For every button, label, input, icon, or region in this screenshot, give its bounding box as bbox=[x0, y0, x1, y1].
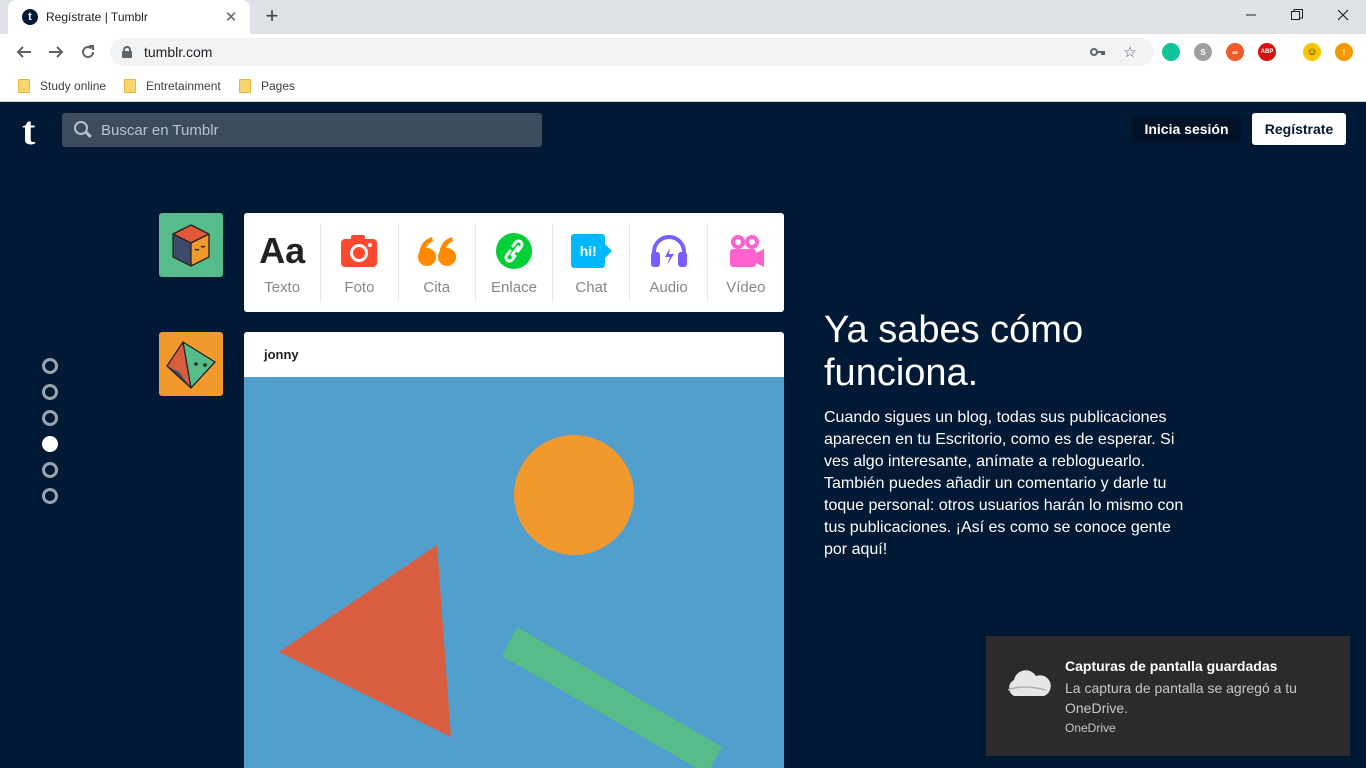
pager-dot[interactable] bbox=[42, 410, 58, 426]
intro-headline: Ya sabes cómo funciona. bbox=[824, 309, 1084, 394]
avatar-cube bbox=[159, 213, 223, 277]
tab-strip: t Regístrate | Tumblr ✕ + bbox=[0, 0, 1366, 34]
post-type-label: Vídeo bbox=[726, 279, 766, 296]
address-bar[interactable]: tumblr.com ☆ bbox=[110, 38, 1154, 66]
post-type-chat[interactable]: hi! Chat bbox=[553, 223, 631, 302]
post-type-audio[interactable]: Audio bbox=[630, 223, 708, 302]
adblock-plus-icon[interactable]: ABP bbox=[1258, 43, 1276, 61]
key-icon[interactable] bbox=[1088, 42, 1108, 62]
post-type-label: Texto bbox=[264, 279, 301, 296]
login-button[interactable]: Inicia sesión bbox=[1132, 115, 1241, 143]
pager-dot[interactable] bbox=[42, 488, 58, 504]
url-text[interactable]: tumblr.com bbox=[144, 44, 212, 60]
smiley-extension-icon[interactable]: ☺ bbox=[1303, 43, 1321, 61]
infinity-extension-icon[interactable]: ∞ bbox=[1226, 43, 1244, 61]
reload-icon[interactable] bbox=[76, 40, 100, 64]
s-extension-icon[interactable]: S bbox=[1194, 43, 1212, 61]
tumblr-logo[interactable]: t bbox=[22, 111, 35, 151]
pager-dot[interactable] bbox=[42, 358, 58, 374]
post-type-text[interactable]: Aa Texto bbox=[244, 223, 322, 302]
new-tab-button[interactable]: + bbox=[260, 5, 284, 29]
green-bar bbox=[502, 627, 722, 768]
avatar-gem bbox=[159, 332, 223, 396]
post-type-link[interactable]: Enlace bbox=[476, 223, 554, 302]
close-window-icon[interactable] bbox=[1320, 0, 1366, 30]
lock-icon[interactable] bbox=[122, 46, 132, 58]
notification-body: La captura de pantalla se agregó a tu On… bbox=[1065, 680, 1297, 716]
tab-close-icon[interactable]: ✕ bbox=[222, 8, 240, 26]
camera-icon bbox=[339, 229, 379, 273]
search-input[interactable]: Buscar en Tumblr bbox=[62, 113, 542, 147]
notification-title: Capturas de pantalla guardadas bbox=[1065, 658, 1278, 674]
post-type-label: Audio bbox=[649, 279, 688, 296]
folder-icon bbox=[124, 79, 136, 93]
search-placeholder: Buscar en Tumblr bbox=[101, 121, 219, 139]
chat-icon: hi! bbox=[571, 229, 613, 273]
headphones-icon bbox=[649, 229, 689, 273]
post-type-label: Chat bbox=[575, 279, 608, 296]
browser-tab[interactable]: t Regístrate | Tumblr ✕ bbox=[8, 0, 250, 34]
bookmarks-bar: Study online Entretainment Pages bbox=[0, 70, 1366, 102]
orange-circle bbox=[514, 435, 634, 555]
link-icon bbox=[494, 229, 534, 273]
update-alert-icon[interactable]: ! bbox=[1335, 43, 1353, 61]
tumblr-favicon-icon: t bbox=[22, 9, 38, 25]
search-icon bbox=[74, 121, 92, 139]
post-type-quote[interactable]: Cita bbox=[399, 223, 476, 302]
pager-dot-active[interactable] bbox=[42, 436, 58, 452]
bookmark-label: Pages bbox=[261, 79, 296, 93]
bookmark-star-icon[interactable]: ☆ bbox=[1120, 42, 1140, 62]
post-type-selector: Aa Texto Foto Cita Enlace hi! Chat Audio… bbox=[244, 213, 784, 312]
bookmark-label: Entretainment bbox=[146, 79, 221, 93]
intro-body: Cuando sigues un blog, todas sus publica… bbox=[824, 409, 1184, 558]
sample-post: jonny bbox=[244, 332, 784, 768]
post-type-video[interactable]: Vídeo bbox=[708, 223, 784, 302]
grammarly-icon[interactable] bbox=[1162, 43, 1180, 61]
folder-icon bbox=[18, 79, 30, 93]
pager-dot[interactable] bbox=[42, 462, 58, 478]
notification-source: OneDrive bbox=[1065, 721, 1116, 735]
forward-icon[interactable] bbox=[44, 40, 68, 64]
post-type-label: Cita bbox=[423, 279, 451, 296]
cloud-icon bbox=[1007, 670, 1051, 696]
restore-icon[interactable] bbox=[1274, 0, 1320, 30]
post-illustration bbox=[244, 377, 784, 768]
signup-button[interactable]: Regístrate bbox=[1252, 113, 1346, 145]
post-type-photo[interactable]: Foto bbox=[321, 223, 399, 302]
bookmark-entretainment[interactable]: Entretainment bbox=[124, 76, 221, 96]
back-icon[interactable] bbox=[12, 40, 36, 64]
minimize-icon[interactable] bbox=[1228, 0, 1274, 30]
tab-title: Regístrate | Tumblr bbox=[46, 10, 148, 24]
bookmark-study-online[interactable]: Study online bbox=[18, 76, 106, 96]
folder-icon bbox=[239, 79, 251, 93]
quote-icon bbox=[417, 229, 457, 273]
text-icon: Aa bbox=[259, 230, 306, 271]
post-type-label: Foto bbox=[344, 279, 375, 296]
onedrive-notification[interactable]: Capturas de pantalla guardadas La captur… bbox=[986, 636, 1350, 756]
browser-toolbar: tumblr.com ☆ S ∞ ABP ☺ ! bbox=[0, 34, 1366, 70]
red-triangle bbox=[279, 545, 451, 737]
bookmark-pages[interactable]: Pages bbox=[239, 76, 295, 96]
post-author[interactable]: jonny bbox=[244, 332, 784, 377]
post-type-label: Enlace bbox=[491, 279, 537, 296]
bookmark-label: Study online bbox=[40, 79, 107, 93]
pager-dot[interactable] bbox=[42, 384, 58, 400]
video-camera-icon bbox=[726, 229, 766, 273]
